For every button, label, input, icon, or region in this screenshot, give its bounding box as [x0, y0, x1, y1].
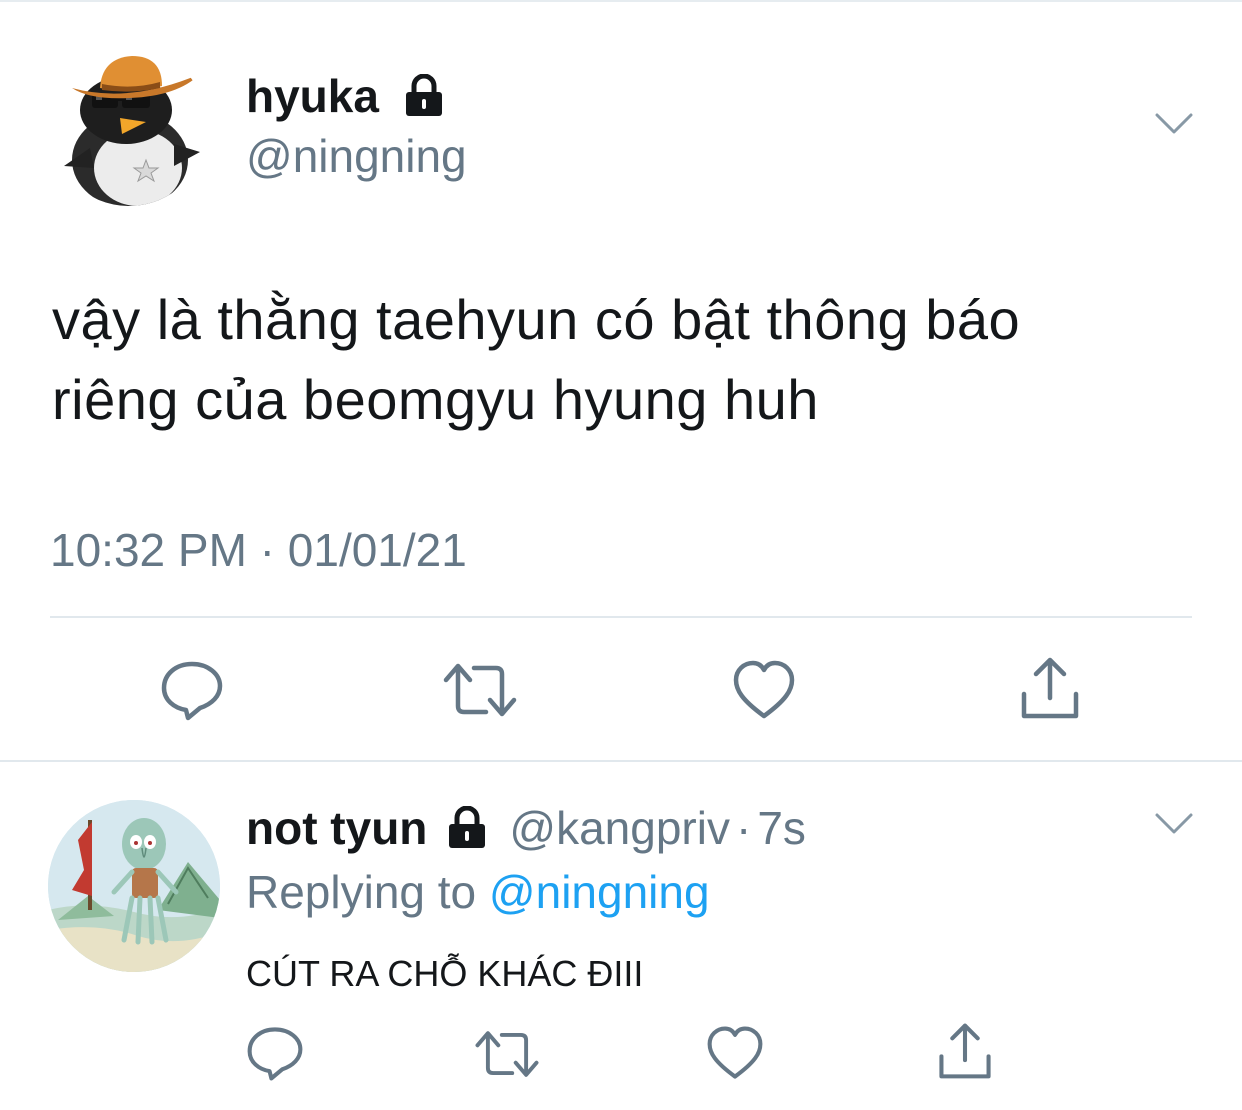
user-handle[interactable]: @ningning	[246, 126, 467, 186]
retweet-icon[interactable]	[474, 1026, 540, 1082]
user-handle[interactable]: @kangpriv	[509, 798, 730, 858]
chevron-down-icon[interactable]	[1154, 112, 1194, 136]
tweet-text: vậy là thằng taehyun có bật thông báo ri…	[52, 280, 1202, 440]
avatar[interactable]	[48, 800, 220, 972]
replying-to-link[interactable]: @ningning	[489, 866, 710, 918]
display-name[interactable]: not tyun	[246, 798, 427, 858]
avatar[interactable]	[50, 48, 208, 206]
replying-to-label: Replying to	[246, 866, 477, 918]
penguin-cowboy-avatar-image	[64, 56, 200, 206]
like-icon[interactable]	[706, 1024, 764, 1082]
reply-header: not tyun @kangpriv · 7s	[246, 798, 806, 858]
tweet-separator	[0, 760, 1242, 762]
tweet-timestamp[interactable]: 10:32 PM · 01/01/21	[50, 520, 467, 580]
reply-icon[interactable]	[160, 658, 224, 722]
lock-icon	[449, 806, 486, 848]
lock-icon	[406, 74, 442, 116]
reply-icon[interactable]	[246, 1024, 304, 1082]
relative-time[interactable]: 7s	[757, 798, 806, 858]
share-icon[interactable]	[936, 1020, 994, 1082]
tweet-text-line: riêng của beomgyu hyung huh	[52, 368, 819, 431]
replying-to-line: Replying to @ningning	[246, 862, 710, 922]
display-name[interactable]: hyuka	[246, 66, 379, 126]
tweet-text-line: vậy là thằng taehyun có bật thông báo	[52, 288, 1021, 351]
divider	[50, 616, 1192, 618]
separator-dot: ·	[735, 802, 752, 854]
tweet-text: CÚT RA CHỖ KHÁC ĐIII	[246, 953, 644, 994]
share-icon[interactable]	[1018, 654, 1082, 722]
retweet-icon[interactable]	[442, 658, 518, 722]
chevron-down-icon[interactable]	[1154, 812, 1194, 836]
like-icon[interactable]	[732, 658, 796, 722]
top-divider	[0, 0, 1242, 2]
squidward-beach-avatar-image	[48, 800, 220, 972]
